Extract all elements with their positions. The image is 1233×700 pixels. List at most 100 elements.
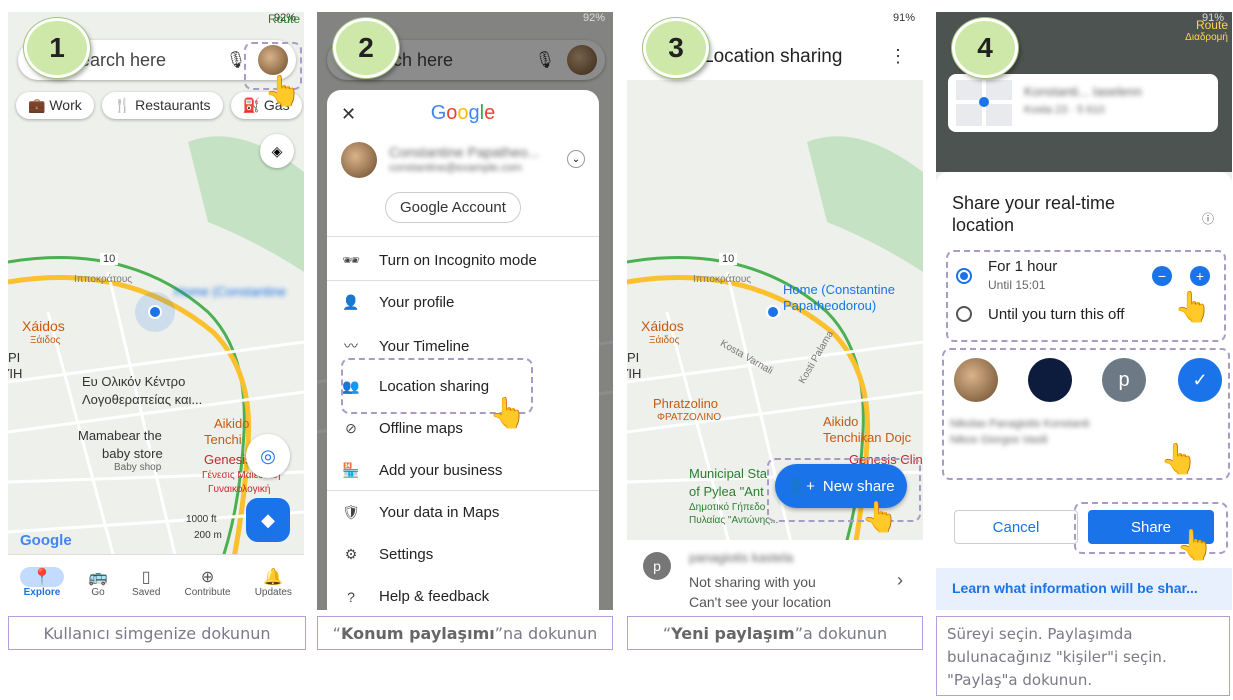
step-number-3: 3	[643, 18, 709, 78]
home-label[interactable]: Home (Constantine	[783, 282, 895, 297]
location-address-blurred: Kosta 23 · 5 610	[1024, 104, 1105, 116]
place-phratzolino[interactable]: Phratzolino	[653, 396, 718, 411]
menu-profile[interactable]: 👤 Your profile	[341, 294, 454, 311]
street-label: Ιπποκράτους	[74, 274, 133, 285]
chip-work[interactable]: 💼 Work	[16, 92, 94, 119]
account-avatar	[341, 142, 377, 178]
place-mamabear-2: baby store	[102, 446, 163, 461]
account-email-blurred: constantine@example.com	[389, 162, 522, 174]
tap-hand-icon: 👆	[1160, 443, 1198, 476]
menu-help[interactable]: ? Help & feedback	[341, 588, 489, 605]
chip-restaurants[interactable]: 🍴 Restaurants	[101, 92, 223, 119]
caption-quote-open: “	[332, 623, 341, 643]
bottom-nav: 📍 Explore 🚌 Go ▯ Saved ⊕ Contribute 🔔 Updates	[8, 554, 304, 610]
saved-icon: ▯	[141, 569, 151, 586]
status-bar: 92%	[583, 12, 605, 24]
learn-more-link[interactable]: Learn what information will be shar...	[952, 580, 1198, 596]
caption-bold: Yeni paylaşım	[671, 623, 795, 643]
place-xaidos-gr: Ξάιδος	[30, 335, 61, 346]
contact-name-blurred: panagiotis kastela	[689, 550, 794, 565]
cancel-button[interactable]: Cancel	[954, 510, 1078, 544]
chevron-down-icon[interactable]: ⌄	[567, 150, 585, 168]
help-icon: ?	[347, 588, 355, 605]
menu-offline-maps-label: Offline maps	[379, 420, 463, 437]
step4-panel: 91% Route Διαδρομή Konstanti... Iaselenn…	[936, 12, 1232, 610]
route-label: Route	[1195, 18, 1228, 32]
place-xaidos[interactable]: Xáidos	[641, 318, 684, 334]
place-tenchi: Tenchi	[204, 432, 242, 447]
place-pylea-gr2: Πυλαίας "Αντώνης...	[689, 515, 779, 526]
place-aikido[interactable]: Aikido	[214, 416, 249, 431]
map-fragment-pi: ΡΙ	[8, 350, 21, 365]
place-babyshop: Baby shop	[114, 462, 162, 473]
tap-hand-icon: 👆	[264, 75, 302, 108]
menu-add-business-label: Add your business	[379, 462, 503, 479]
nav-contribute[interactable]: ⊕ Contribute	[184, 567, 230, 598]
place-municipal[interactable]: Municipal Sta	[689, 466, 767, 481]
account-name-blurred: Constantine Papatheo...	[389, 144, 540, 160]
chip-restaurants-label: Restaurants	[135, 97, 211, 113]
nav-go[interactable]: 🚌 Go	[88, 567, 108, 598]
store-icon: 🏪	[342, 462, 360, 478]
chevron-right-icon[interactable]: ›	[897, 570, 903, 591]
menu-help-label: Help & feedback	[379, 588, 490, 605]
street-label: Ιπποκράτους	[693, 274, 752, 285]
sharing-contact-row[interactable]: p panagiotis kastela Not sharing with yo…	[627, 540, 923, 610]
directions-button[interactable]: ◆	[246, 498, 290, 542]
chip-work-label: Work	[49, 97, 82, 113]
scale-ft: 1000 ft	[186, 514, 217, 525]
not-sharing-text: Not sharing with you	[689, 574, 816, 590]
menu-incognito-label: Turn on Incognito mode	[379, 252, 537, 269]
nav-saved[interactable]: ▯ Saved	[132, 567, 160, 598]
menu-add-business[interactable]: 🏪 Add your business	[341, 462, 502, 479]
cant-see-text: Can't see your location	[689, 594, 831, 610]
road-badge: 10	[719, 253, 738, 265]
nav-contribute-label: Contribute	[184, 587, 231, 598]
menu-settings-label: Settings	[379, 546, 434, 563]
offline-maps-icon: ⊘	[345, 420, 357, 436]
timeline-icon: 〰	[344, 338, 358, 354]
divider	[327, 280, 599, 281]
page-title: Location sharing	[703, 46, 843, 67]
tap-hand-icon: 👆	[1176, 529, 1214, 562]
place-genesis[interactable]: Genesis	[204, 452, 252, 467]
route-label-gr: Διαδρομή	[1185, 32, 1228, 43]
road-badge: 10	[100, 253, 119, 265]
menu-settings[interactable]: ⚙ Settings	[341, 546, 433, 563]
google-account-button[interactable]: Google Account	[385, 192, 521, 223]
place-mamabear[interactable]: Mamabear the	[78, 428, 162, 443]
more-options-icon[interactable]: ⋮	[889, 46, 907, 67]
caption-bold: Konum paylaşımı	[340, 623, 495, 643]
my-location-button[interactable]: ◎	[246, 434, 290, 478]
menu-timeline[interactable]: 〰 Your Timeline	[341, 336, 469, 356]
info-icon[interactable]: ⓘ	[1202, 210, 1214, 227]
category-chips: 💼 Work 🍴 Restaurants ⛽ Gas	[16, 92, 302, 119]
battery-text: 91%	[892, 12, 915, 24]
nav-updates[interactable]: 🔔 Updates	[255, 567, 292, 598]
place-xaidos[interactable]: Xáidos	[22, 318, 65, 334]
caption-suffix: ”na dokunun	[494, 623, 598, 643]
caption-quote-open: “	[662, 623, 672, 643]
caption-step2: “Konum paylaşımı ”na dokunun	[317, 616, 613, 650]
share-sheet: Share your real-time location ⓘ For 1 ho…	[936, 172, 1232, 610]
scale-m: 200 m	[194, 530, 222, 541]
place-aikido[interactable]: Aikido	[823, 414, 858, 429]
menu-data-in-maps[interactable]: 🛡 Your data in Maps	[341, 504, 499, 521]
place-center[interactable]: Ευ Ολικόν Κέντρο	[82, 374, 185, 389]
layers-button[interactable]: ◈	[260, 134, 294, 168]
caption-step1: Kullanıcı simgenize dokunun	[8, 616, 306, 650]
place-pylea: of Pylea "Ant	[689, 484, 764, 499]
step3-panel: 91% Location sharing ⋮ 10 Ιπποκράτους Ho…	[627, 12, 923, 610]
menu-incognito[interactable]: 🕶 Turn on Incognito mode	[341, 252, 537, 269]
place-center-2: Λογοθεραπείας και...	[82, 392, 203, 407]
nav-saved-label: Saved	[132, 587, 161, 598]
mic-icon[interactable]: 🎙	[226, 50, 246, 70]
status-bar: 91%	[893, 12, 915, 24]
google-watermark: Google	[20, 532, 72, 549]
nav-explore[interactable]: 📍 Explore	[20, 567, 64, 598]
tap-hand-icon: 👆	[1174, 291, 1212, 324]
google-logo: Google	[430, 102, 496, 124]
menu-offline-maps[interactable]: ⊘ Offline maps	[341, 420, 463, 437]
place-pylea-gr: Δημοτικό Γήπεδο	[689, 502, 766, 513]
shield-icon: 🛡	[342, 504, 360, 520]
